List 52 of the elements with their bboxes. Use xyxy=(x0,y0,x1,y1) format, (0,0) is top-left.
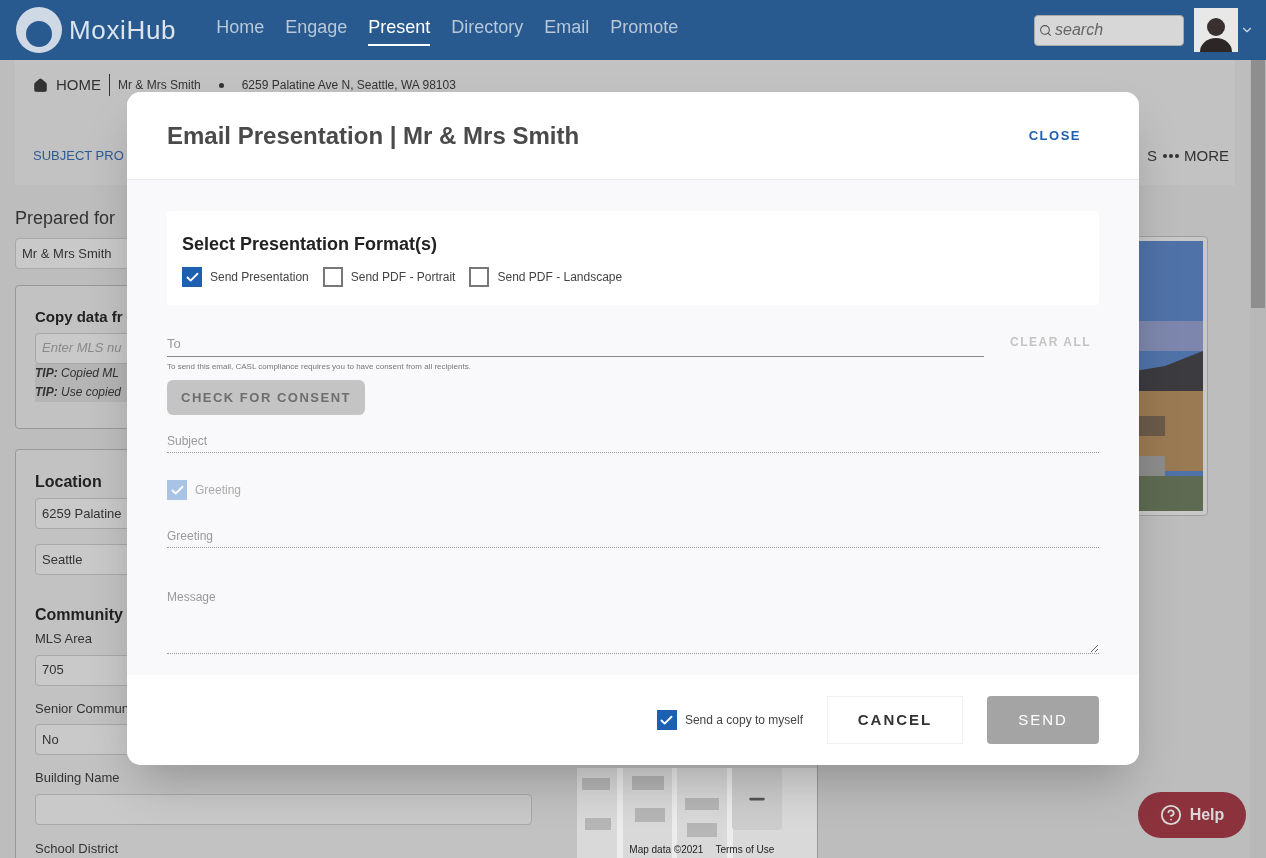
cancel-button[interactable]: CANCEL xyxy=(827,696,963,744)
format-heading: Select Presentation Format(s) xyxy=(182,233,439,256)
map-attribution: Map data ©2021 xyxy=(629,843,704,857)
checkbox[interactable] xyxy=(469,267,490,287)
subnav-tab[interactable]: S xyxy=(1147,144,1157,167)
checkbox-label: Greeting xyxy=(195,482,242,499)
message-field[interactable]: Message xyxy=(167,584,1099,654)
breadcrumb-link[interactable]: HOME xyxy=(56,74,101,97)
help-button[interactable]: Help xyxy=(1138,792,1246,838)
home-icon xyxy=(33,77,48,93)
logo-icon xyxy=(15,6,63,54)
card-title: Location xyxy=(35,472,102,492)
scrollbar[interactable] xyxy=(1250,60,1266,858)
breadcrumb-client: Mr & Mrs Smith xyxy=(118,77,201,95)
nav-link[interactable]: Engage xyxy=(285,14,348,46)
close-button[interactable]: CLOSE xyxy=(1028,125,1081,146)
checkbox[interactable] xyxy=(182,267,202,287)
logo-text: MoxiHub xyxy=(69,13,177,47)
card-title: Copy data fr xyxy=(35,307,123,327)
greeting-field[interactable]: Greeting xyxy=(167,524,1099,548)
more-icon xyxy=(1163,153,1179,158)
checkbox-label: Send PDF - Landscape xyxy=(497,269,623,286)
prepared-for-field[interactable]: Mr & Mrs Smith xyxy=(15,238,130,269)
field-label: MLS Area xyxy=(35,630,93,648)
nav-link[interactable]: Promote xyxy=(610,14,679,46)
subnav-tab[interactable]: SUBJECT PRO xyxy=(33,146,124,166)
nav-link[interactable]: Present xyxy=(368,14,431,46)
search-icon xyxy=(1039,23,1052,37)
consent-note: To send this email, CASL compliance requires you to have consent from all recipients. xyxy=(167,361,472,373)
field-label: School District xyxy=(35,839,119,858)
checkbox-label: Send a copy to myself xyxy=(684,712,803,729)
field-label: Building Name xyxy=(35,769,120,787)
terms-link[interactable]: Terms of Use xyxy=(715,842,775,857)
help-icon xyxy=(1159,804,1182,826)
checkbox-label: Send Presentation xyxy=(210,269,309,286)
field-label: Senior Commun xyxy=(35,699,129,718)
dialog-title: Email Presentation | Mr & Mrs Smith xyxy=(167,120,580,151)
to-field[interactable]: To xyxy=(167,331,984,357)
subject-field[interactable]: Subject xyxy=(167,429,1099,453)
section-label: Prepared for xyxy=(15,207,117,230)
checkbox[interactable] xyxy=(322,267,343,287)
checkbox-label: Send PDF - Portrait xyxy=(350,269,456,286)
avatar[interactable] xyxy=(1194,8,1238,52)
more-link[interactable]: MORE xyxy=(1163,144,1229,167)
nav-link[interactable]: Directory xyxy=(451,14,524,46)
form-field[interactable] xyxy=(35,793,532,825)
nav-link[interactable]: Email xyxy=(544,14,590,46)
search-field[interactable]: search xyxy=(1034,14,1184,46)
checkbox[interactable] xyxy=(656,710,677,730)
breadcrumb-address: 6259 Palatine Ave N, Seattle, WA 98103 xyxy=(241,77,456,95)
nav-link[interactable]: Home xyxy=(216,14,265,46)
card-title: Community xyxy=(35,605,123,625)
